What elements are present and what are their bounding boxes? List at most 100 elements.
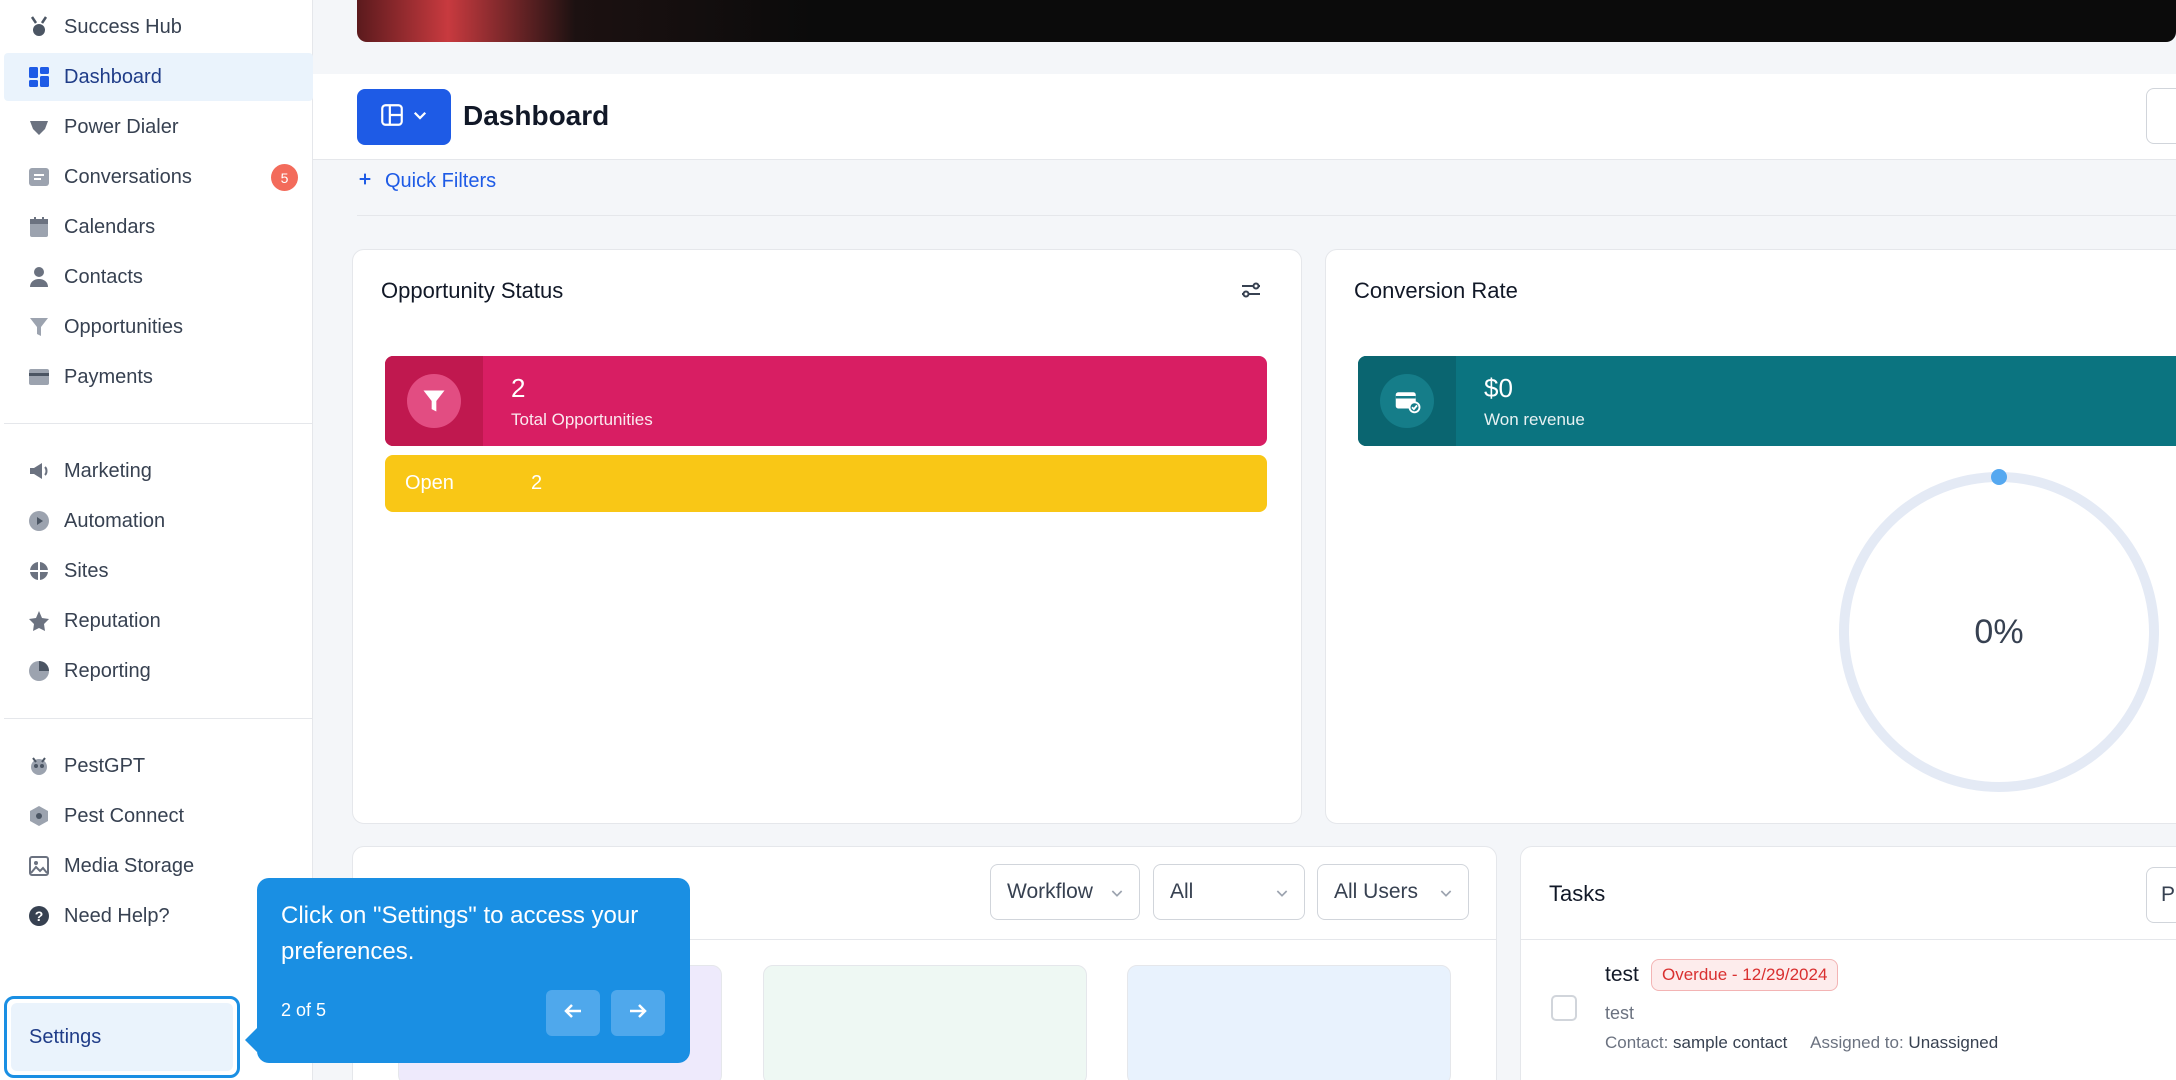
conversion-donut: 0%	[1832, 465, 2166, 799]
sites-icon	[26, 558, 52, 584]
tooltip-text: Click on "Settings" to access your prefe…	[281, 902, 639, 965]
sidebar-item-label: PestGPT	[64, 754, 146, 777]
sidebar-item-label: Need Help?	[64, 904, 170, 927]
contact-value[interactable]: sample contact	[1673, 1033, 1787, 1052]
filter-settings-icon[interactable]	[1239, 278, 1263, 307]
sidebar-item-label: Pest Connect	[64, 804, 185, 827]
kpi-label: Won revenue	[1484, 409, 1585, 429]
medal-icon	[26, 14, 52, 40]
layout-switcher-button[interactable]	[357, 89, 451, 145]
dropdown-value: Workflow	[1007, 880, 1093, 903]
kpi-text: 2 Total Opportunities	[483, 356, 653, 446]
filter-divider	[357, 215, 2176, 216]
tooltip-prev-button[interactable]	[546, 990, 600, 1036]
task-checkbox[interactable]	[1551, 995, 1577, 1021]
unread-badge: 5	[271, 164, 298, 191]
total-opportunities-kpi[interactable]: 2 Total Opportunities	[385, 356, 1267, 446]
tasks-card: Tasks P test Overdue - 12/29/2024 test C…	[1520, 846, 2176, 1080]
sidebar-item-label: Reporting	[64, 659, 151, 682]
top-banner	[357, 0, 2176, 42]
chevron-down-icon	[1109, 883, 1125, 907]
card-divider	[1521, 939, 2176, 940]
sidebar-item-conversations[interactable]: Conversations 5	[4, 153, 313, 201]
status-dropdown[interactable]: All	[1153, 864, 1305, 920]
sidebar-divider	[4, 718, 313, 719]
chevron-down-icon	[1274, 883, 1290, 907]
conversion-rate-value: 0%	[1974, 612, 2024, 651]
sidebar-item-pestgpt[interactable]: PestGPT	[4, 742, 313, 790]
sidebar-item-reputation[interactable]: Reputation	[4, 597, 313, 645]
kpi-text: $0 Won revenue	[1456, 356, 1585, 446]
sidebar-item-power-dialer[interactable]: Power Dialer	[4, 103, 313, 151]
quick-filters-button[interactable]: Quick Filters	[357, 170, 496, 193]
sidebar-item-reporting[interactable]: Reporting	[4, 647, 313, 695]
user-icon	[26, 264, 52, 290]
sidebar-item-opportunities[interactable]: Opportunities	[4, 303, 313, 351]
card-title: Conversion Rate	[1354, 278, 1518, 303]
sidebar-item-calendars[interactable]: Calendars	[4, 203, 313, 251]
chevron-down-icon	[411, 106, 429, 129]
arrow-left-icon	[561, 999, 585, 1028]
pestgpt-icon	[26, 753, 52, 779]
open-status-bar[interactable]: Open 2	[385, 455, 1267, 512]
opportunity-status-card: Opportunity Status 2 Total Opportunities…	[352, 249, 1302, 824]
kpi-value: 2	[511, 372, 526, 403]
task-meta: Contact: sample contact Assigned to: Una…	[1605, 1033, 1998, 1053]
plus-icon	[357, 170, 373, 193]
kpi-value: $0	[1484, 372, 1513, 403]
sidebar-item-settings[interactable]: Settings	[4, 996, 240, 1078]
tooltip-arrow	[245, 1028, 257, 1052]
card-title: Opportunity Status	[381, 278, 564, 303]
chat-icon	[26, 164, 52, 190]
tasks-filter-button[interactable]: P	[2146, 867, 2176, 923]
tooltip-next-button[interactable]	[611, 990, 665, 1036]
task-description: test	[1605, 1003, 1635, 1023]
workflow-dropdown[interactable]: Workflow	[990, 864, 1140, 920]
users-dropdown[interactable]: All Users	[1317, 864, 1469, 920]
workflow-stat-tile[interactable]	[1127, 965, 1451, 1080]
star-icon	[26, 608, 52, 634]
sidebar-item-label: Reputation	[64, 609, 161, 632]
pest-connect-icon	[26, 803, 52, 829]
dropdown-value: All Users	[1334, 880, 1419, 903]
sidebar-item-pest-connect[interactable]: Pest Connect	[4, 792, 313, 840]
overdue-badge: Overdue - 12/29/2024	[1651, 959, 1839, 991]
image-icon	[26, 853, 52, 879]
sidebar-item-label: Sites	[64, 559, 109, 582]
sidebar-item-label: Dashboard	[64, 65, 162, 88]
date-range-picker[interactable]	[2146, 88, 2176, 144]
calendar-icon	[26, 214, 52, 240]
sidebar-divider	[4, 423, 313, 424]
page-header: Dashboard	[313, 74, 2176, 160]
credit-card-icon	[26, 364, 52, 390]
kpi-icon-box	[1358, 356, 1456, 446]
kpi-icon-box	[385, 356, 483, 446]
workflow-stat-tile[interactable]	[763, 965, 1087, 1080]
card-title: Tasks	[1549, 881, 1606, 906]
open-label: Open	[405, 472, 454, 494]
sidebar-item-label: Contacts	[64, 265, 143, 288]
sidebar-item-dashboard[interactable]: Dashboard	[4, 53, 313, 101]
sidebar-item-payments[interactable]: Payments	[4, 353, 313, 401]
funnel-icon	[26, 314, 52, 340]
automation-icon	[26, 508, 52, 534]
assigned-value: Unassigned	[1908, 1033, 1999, 1052]
arrow-right-icon	[626, 999, 650, 1028]
sidebar-item-contacts[interactable]: Contacts	[4, 253, 313, 301]
wallet-icon	[1380, 374, 1434, 428]
sidebar-item-sites[interactable]: Sites	[4, 547, 313, 595]
quick-filters-label: Quick Filters	[385, 170, 497, 192]
sidebar-item-label: Media Storage	[64, 854, 195, 877]
sidebar-item-automation[interactable]: Automation	[4, 497, 313, 545]
task-title[interactable]: test	[1605, 963, 1639, 987]
sidebar-item-marketing[interactable]: Marketing	[4, 447, 313, 495]
dialer-icon	[26, 114, 52, 140]
megaphone-icon	[26, 458, 52, 484]
chevron-down-icon	[1438, 883, 1454, 907]
sidebar-item-success-hub[interactable]: Success Hub	[4, 3, 313, 51]
sidebar-item-label: Conversations	[64, 165, 192, 188]
pie-chart-icon	[26, 658, 52, 684]
sidebar-item-label: Success Hub	[64, 15, 182, 38]
won-revenue-kpi[interactable]: $0 Won revenue	[1358, 356, 2176, 446]
svg-text:?: ?	[35, 908, 44, 924]
